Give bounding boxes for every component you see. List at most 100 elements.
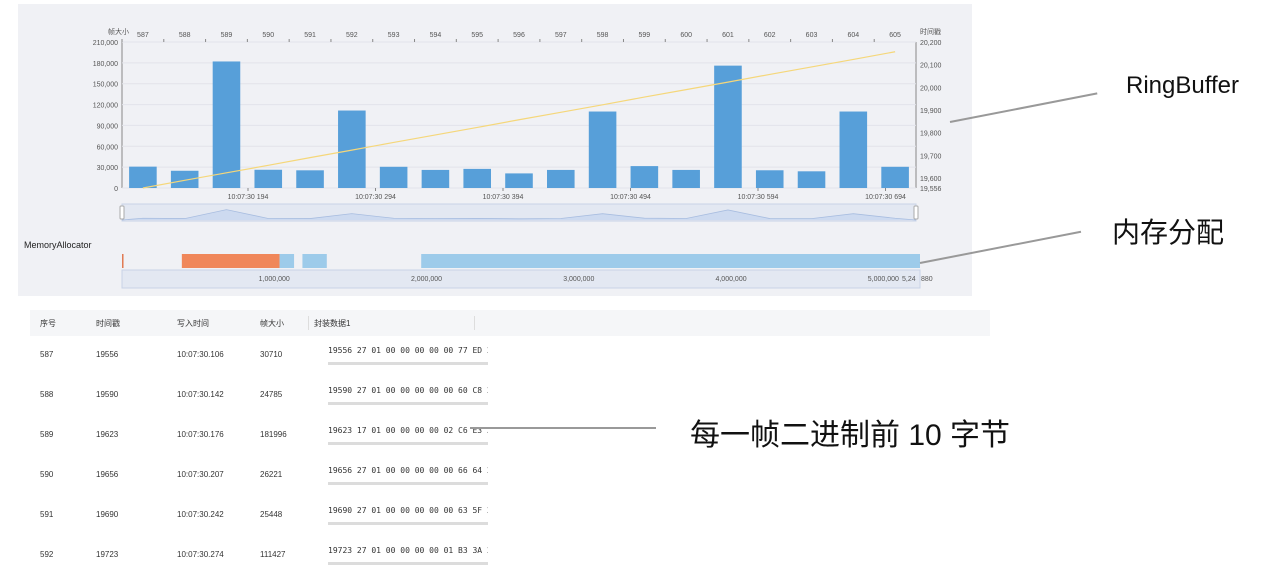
callout-line-bytes bbox=[470, 427, 656, 429]
header-write-time: 写入时间 bbox=[177, 319, 209, 328]
category-label: 603 bbox=[806, 32, 818, 39]
bar bbox=[379, 166, 408, 188]
right-y-tick-label: 19,600 bbox=[920, 176, 942, 183]
cell-write-time: 10:07:30.207 bbox=[177, 470, 224, 479]
bar bbox=[630, 166, 659, 188]
right-y-tick-label: 20,200 bbox=[920, 40, 942, 47]
category-label: 597 bbox=[555, 32, 567, 39]
bar bbox=[170, 170, 199, 188]
header-seq: 序号 bbox=[40, 319, 56, 328]
bar bbox=[338, 110, 366, 188]
memory-tick-label: 4,000,000 bbox=[715, 276, 746, 283]
memory-tick-label: 2,000,000 bbox=[411, 276, 442, 283]
right-y-tick-label: 20,100 bbox=[920, 63, 942, 70]
category-label: 598 bbox=[597, 32, 609, 39]
memory-block bbox=[279, 254, 295, 268]
right-y-tick-label: 19,556 bbox=[920, 186, 942, 193]
right-y-tick-label: 19,800 bbox=[920, 131, 942, 138]
cell-frame-size: 181996 bbox=[260, 430, 287, 439]
header-payload: 封装数据1 bbox=[314, 319, 351, 328]
cell-frame-size: 26221 bbox=[260, 470, 283, 479]
time-label: 10:07:30 494 bbox=[610, 194, 651, 201]
cell-timestamp: 19723 bbox=[96, 550, 119, 559]
left-y-tick-label: 90,000 bbox=[97, 123, 119, 130]
bar bbox=[254, 169, 283, 188]
cell-timestamp: 19556 bbox=[96, 350, 119, 359]
category-label: 589 bbox=[221, 32, 233, 39]
memory-block bbox=[302, 254, 327, 268]
cell-write-time: 10:07:30.274 bbox=[177, 550, 224, 559]
cell-payload-hex: 19623 17 01 00 00 00 00 02 C6 E3 3 bbox=[328, 426, 488, 445]
category-label: 599 bbox=[639, 32, 651, 39]
bar bbox=[421, 169, 450, 188]
table-row[interactable]: 587 19556 10:07:30.106 30710 19556 27 01 00 … bbox=[30, 338, 970, 378]
callout-memory: 内存分配 bbox=[1112, 217, 1225, 248]
cell-frame-size: 30710 bbox=[260, 350, 283, 359]
time-label: 10:07:30 294 bbox=[355, 194, 396, 201]
bar bbox=[881, 166, 909, 188]
left-y-tick-label: 0 bbox=[114, 186, 118, 193]
left-y-tick-label: 120,000 bbox=[93, 103, 118, 110]
table-row[interactable]: 592 19723 10:07:30.274 111427 19723 27 01 00… bbox=[30, 538, 970, 578]
time-label: 10:07:30 194 bbox=[228, 194, 269, 201]
cell-seq: 591 bbox=[40, 510, 54, 519]
bar bbox=[755, 170, 784, 188]
left-y-tick-label: 180,000 bbox=[93, 61, 118, 68]
memory-tick-label: 1,000,000 bbox=[259, 276, 290, 283]
memory-axis-bar bbox=[121, 269, 921, 289]
category-label: 588 bbox=[179, 32, 191, 39]
bar bbox=[129, 166, 157, 188]
left-y-tick-label: 210,000 bbox=[93, 40, 118, 47]
cell-write-time: 10:07:30.242 bbox=[177, 510, 224, 519]
memory-block bbox=[181, 254, 280, 268]
ringbuffer-chart: 210,000 180,000 150,000 120,000 90,000 60,000… bbox=[24, 27, 942, 289]
visualization-panel: 210,000 180,000 150,000 120,000 90,000 60,000… bbox=[18, 4, 972, 296]
category-label: 600 bbox=[680, 32, 692, 39]
category-label: 594 bbox=[430, 32, 442, 39]
category-label: 604 bbox=[847, 32, 859, 39]
bar bbox=[672, 169, 700, 188]
category-label: 602 bbox=[764, 32, 776, 39]
memory-title: MemoryAllocator bbox=[24, 240, 92, 250]
cell-payload-hex: 19690 27 01 00 00 00 00 00 63 5F 2 bbox=[328, 506, 488, 525]
bar bbox=[463, 168, 492, 188]
right-axis-name: 时间戳 bbox=[920, 27, 941, 36]
cell-frame-size: 24785 bbox=[260, 390, 283, 399]
cell-timestamp: 19656 bbox=[96, 470, 119, 479]
right-y-tick-label: 19,900 bbox=[920, 108, 942, 115]
bar bbox=[212, 61, 241, 188]
bar bbox=[839, 111, 868, 188]
cell-payload-hex: 19723 27 01 00 00 00 00 01 B3 3A 2 bbox=[328, 546, 488, 565]
category-label: 601 bbox=[722, 32, 734, 39]
memory-block bbox=[122, 254, 124, 268]
cell-payload-hex: 19556 27 01 00 00 00 00 00 77 ED 2 bbox=[328, 346, 488, 365]
memory-end-label: 5,24 bbox=[902, 276, 916, 283]
cell-timestamp: 19690 bbox=[96, 510, 119, 519]
category-label: 591 bbox=[304, 32, 316, 39]
zoom-handle-right bbox=[913, 205, 919, 220]
bar bbox=[797, 171, 826, 188]
time-label: 10:07:30 594 bbox=[738, 194, 779, 201]
table-row[interactable]: 591 19690 10:07:30.242 25448 19690 27 01 00 … bbox=[30, 498, 970, 538]
memory-tick-label: 5,000,000 bbox=[868, 276, 899, 283]
header-divider bbox=[474, 316, 475, 330]
left-y-tick-label: 60,000 bbox=[97, 144, 119, 151]
cell-write-time: 10:07:30.176 bbox=[177, 430, 224, 439]
category-label: 592 bbox=[346, 32, 358, 39]
table-header: 序号 时间戳 写入时间 帧大小 封装数据1 bbox=[30, 310, 990, 336]
bar bbox=[588, 111, 617, 188]
cell-write-time: 10:07:30.142 bbox=[177, 390, 224, 399]
callout-bytes: 每一帧二进制前 10 字节 bbox=[690, 419, 1011, 452]
time-label: 10:07:30 694 bbox=[865, 194, 906, 201]
callout-ringbuffer: RingBuffer bbox=[1126, 72, 1239, 99]
table-row[interactable]: 590 19656 10:07:30.207 26221 19656 27 01 00 … bbox=[30, 458, 970, 498]
category-label: 593 bbox=[388, 32, 400, 39]
cell-write-time: 10:07:30.106 bbox=[177, 350, 224, 359]
category-label: 605 bbox=[889, 32, 901, 39]
category-label: 587 bbox=[137, 32, 149, 39]
header-timestamp: 时间戳 bbox=[96, 319, 120, 328]
cell-timestamp: 19623 bbox=[96, 430, 119, 439]
cell-payload-hex: 19656 27 01 00 00 00 00 00 66 64 2 bbox=[328, 466, 488, 485]
left-y-tick-label: 30,000 bbox=[97, 165, 119, 172]
cell-frame-size: 111427 bbox=[260, 550, 286, 559]
